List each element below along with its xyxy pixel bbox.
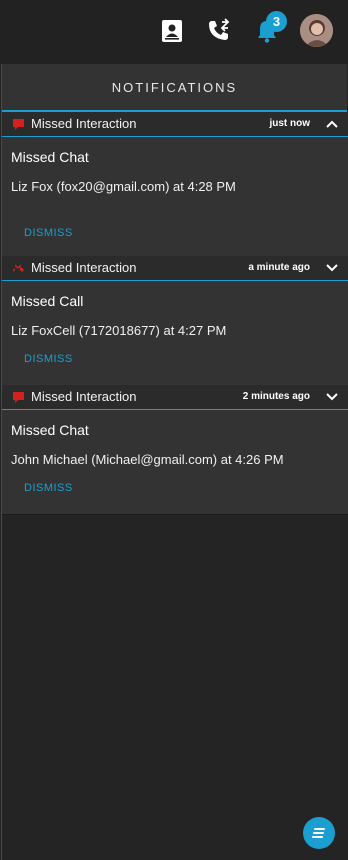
notification-title: Missed Interaction [31,260,137,275]
notification-item: Missed Interaction just now Missed Chat … [2,112,348,257]
missed-call-icon [13,264,24,272]
notification-detail: Liz Fox (fox20@gmail.com) at 4:28 PM [11,179,236,194]
notification-count-badge: 3 [266,11,287,32]
notification-kind: Missed Chat [11,149,89,165]
notification-header[interactable]: Missed Interaction just now [2,112,348,137]
top-bar: 3 [0,0,348,64]
notification-body: Missed Call Liz FoxCell (7172018677) at … [2,281,348,386]
notification-time: just now [269,118,310,129]
notification-detail: John Michael (Michael@gmail.com) at 4:26… [11,452,284,467]
notification-time: 2 minutes ago [242,391,310,402]
notification-title: Missed Interaction [31,116,137,131]
chevron-up-icon[interactable] [326,118,338,130]
notification-title: Missed Interaction [31,389,137,404]
panel-title: NOTIFICATIONS [2,64,347,112]
quick-actions-button[interactable] [303,817,335,849]
lines-icon [312,828,325,838]
notification-body: Missed Chat Liz Fox (fox20@gmail.com) at… [2,137,348,257]
contacts-icon[interactable] [159,18,185,44]
chat-icon [13,392,24,403]
notifications-panel: NOTIFICATIONS Missed Interaction just no… [1,64,348,860]
notification-header[interactable]: Missed Interaction a minute ago [2,256,348,281]
user-avatar[interactable] [300,14,333,47]
chat-icon [13,119,24,130]
notification-header[interactable]: Missed Interaction 2 minutes ago [2,385,348,410]
notification-item: Missed Interaction 2 minutes ago Missed … [2,385,348,515]
chevron-down-icon[interactable] [326,391,338,403]
chevron-down-icon[interactable] [326,262,338,274]
notification-kind: Missed Chat [11,422,89,438]
dismiss-button[interactable]: DISMISS [24,353,73,365]
notification-time: a minute ago [248,262,310,273]
dismiss-button[interactable]: DISMISS [24,227,73,239]
notification-item: Missed Interaction a minute ago Missed C… [2,256,348,386]
notification-kind: Missed Call [11,293,84,309]
transfer-call-icon[interactable] [206,18,232,44]
dismiss-button[interactable]: DISMISS [24,482,73,494]
notification-detail: Liz FoxCell (7172018677) at 4:27 PM [11,323,227,338]
notification-body: Missed Chat John Michael (Michael@gmail.… [2,410,348,515]
